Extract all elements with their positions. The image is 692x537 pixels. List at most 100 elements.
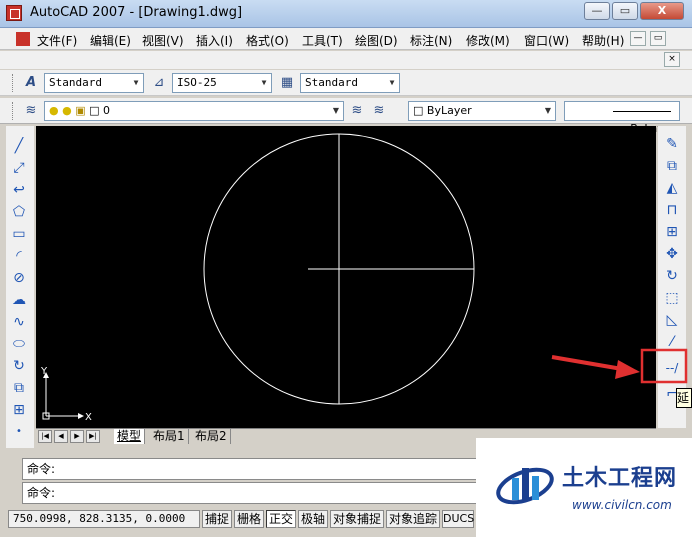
menu-draw[interactable]: 绘图(D) bbox=[355, 32, 398, 49]
menu-insert[interactable]: 插入(I) bbox=[196, 32, 233, 49]
move-icon[interactable]: ✥ bbox=[661, 244, 683, 264]
ucs-icon bbox=[42, 372, 84, 420]
status-bar: 750.0998, 828.3135, 0.0000 捕捉 栅格 正交 极轴 对… bbox=[0, 508, 476, 530]
prev-tab-icon[interactable]: ◀ bbox=[54, 430, 68, 443]
title-bar: AutoCAD 2007 - [Drawing1.dwg] — ▭ X bbox=[0, 0, 692, 28]
lock-icon: ▣ bbox=[75, 104, 86, 117]
linetype-select[interactable]: ByLayer bbox=[564, 101, 680, 135]
mirror-icon[interactable]: ◭ bbox=[661, 178, 683, 198]
grid-toggle[interactable]: 栅格 bbox=[234, 510, 264, 528]
menu-view[interactable]: 视图(V) bbox=[142, 32, 184, 49]
menu-file[interactable]: 文件(F) bbox=[37, 32, 77, 49]
color-select[interactable]: □ ByLayer ▼ bbox=[408, 101, 556, 121]
minimize-button[interactable]: — bbox=[584, 2, 610, 20]
extend-icon[interactable]: --/ bbox=[661, 358, 683, 378]
line-tool-icon[interactable]: ╱ bbox=[9, 136, 29, 156]
coordinate-readout[interactable]: 750.0998, 828.3135, 0.0000 bbox=[8, 510, 200, 528]
chevron-down-icon: ▼ bbox=[261, 78, 267, 87]
command-input[interactable]: 命令: bbox=[22, 482, 484, 504]
chevron-down-icon: ▼ bbox=[332, 106, 340, 115]
rotate-icon[interactable]: ↻ bbox=[661, 266, 683, 286]
construction-line-icon[interactable]: ⤢ bbox=[9, 158, 29, 178]
drawing-canvas[interactable]: Y X bbox=[36, 126, 656, 428]
erase-icon[interactable]: ✎ bbox=[661, 134, 683, 154]
menu-edit[interactable]: 编辑(E) bbox=[90, 32, 131, 49]
doc-minimize-button[interactable]: — bbox=[630, 31, 646, 46]
watermark: 土木工程网 www.civilcn.com bbox=[476, 438, 692, 537]
ellipse-icon[interactable]: ⬭ bbox=[9, 334, 29, 354]
spline-icon[interactable]: ∿ bbox=[9, 312, 29, 332]
layer-name: 0 bbox=[103, 104, 111, 117]
rectangle-icon[interactable]: ▭ bbox=[9, 224, 29, 244]
dim-style-value: ISO-25 bbox=[177, 76, 217, 89]
arc-icon[interactable]: ◜ bbox=[9, 246, 29, 266]
trim-icon[interactable]: ⁄ bbox=[661, 332, 683, 352]
chevron-down-icon: ▼ bbox=[544, 106, 552, 115]
table-style-value: Standard bbox=[305, 76, 358, 89]
document-icon[interactable] bbox=[16, 32, 30, 46]
ucs-y-label: Y bbox=[40, 366, 48, 377]
ucs-x-label: X bbox=[85, 412, 92, 423]
circle-icon[interactable]: ⊘ bbox=[9, 268, 29, 288]
layer-previous-icon[interactable]: ≋ bbox=[370, 102, 388, 120]
copy-icon[interactable]: ⧉ bbox=[661, 156, 683, 176]
point-icon[interactable]: • bbox=[9, 422, 29, 442]
command-window: 命令: 命令: bbox=[8, 452, 484, 506]
ortho-toggle[interactable]: 正交 bbox=[266, 510, 296, 528]
dim-style-select[interactable]: ISO-25 ▼ bbox=[172, 73, 272, 93]
menu-modify[interactable]: 修改(M) bbox=[466, 32, 510, 49]
otrack-toggle[interactable]: 对象追踪 bbox=[386, 510, 440, 528]
table-style-select[interactable]: Standard ▼ bbox=[300, 73, 400, 93]
modify-toolbar: ✎ ⧉ ◭ ⊓ ⊞ ✥ ↻ ⬚ ◺ ⁄ --/ ⌐ bbox=[658, 126, 686, 428]
tab-layout1[interactable]: 布局1 bbox=[150, 429, 189, 444]
menu-format[interactable]: 格式(O) bbox=[246, 32, 289, 49]
layer-manager-icon[interactable]: ≋ bbox=[22, 102, 40, 120]
chevron-down-icon: ▼ bbox=[389, 78, 395, 87]
close-button[interactable]: X bbox=[640, 2, 684, 20]
doc-restore-button[interactable]: ▭ bbox=[650, 31, 666, 46]
menu-window[interactable]: 窗口(W) bbox=[524, 32, 569, 49]
styles-toolbar: A Standard ▼ ⊿ ISO-25 ▼ ▦ Standard ▼ bbox=[0, 70, 692, 96]
menu-tools[interactable]: 工具(T) bbox=[302, 32, 343, 49]
osnap-toggle[interactable]: 对象捕捉 bbox=[330, 510, 384, 528]
color-swatch-icon: □ bbox=[89, 104, 100, 117]
restore-button[interactable]: ▭ bbox=[612, 2, 638, 20]
layer-select[interactable]: ● ● ▣ □ 0 ▼ bbox=[44, 101, 344, 121]
make-block-icon[interactable]: ⊞ bbox=[9, 400, 29, 420]
insert-block-icon[interactable]: ⧉ bbox=[9, 378, 29, 398]
linetype-sample bbox=[613, 110, 671, 112]
snap-toggle[interactable]: 捕捉 bbox=[202, 510, 232, 528]
watermark-logo bbox=[496, 467, 554, 505]
toolbar-grip[interactable] bbox=[12, 102, 15, 120]
tab-layout2[interactable]: 布局2 bbox=[192, 429, 231, 444]
sun-icon: ● bbox=[62, 104, 72, 117]
table-style-icon[interactable]: ▦ bbox=[278, 74, 296, 92]
stretch-icon[interactable]: ◺ bbox=[661, 310, 683, 330]
layers-toolbar: ≋ ● ● ▣ □ 0 ▼ ≋ ≋ □ ByLayer ▼ ByLayer bbox=[0, 98, 692, 135]
ducs-toggle[interactable]: DUCS bbox=[442, 510, 474, 528]
text-style-icon[interactable]: A bbox=[22, 74, 40, 92]
menu-bar: 文件(F) 编辑(E) 视图(V) 插入(I) 格式(O) 工具(T) 绘图(D… bbox=[0, 28, 692, 50]
first-tab-icon[interactable]: |◀ bbox=[38, 430, 52, 443]
offset-icon[interactable]: ⊓ bbox=[661, 200, 683, 220]
ellipse-arc-icon[interactable]: ↻ bbox=[9, 356, 29, 376]
text-style-value: Standard bbox=[49, 76, 102, 89]
polyline-icon[interactable]: ↩ bbox=[9, 180, 29, 200]
tab-model[interactable]: 模型 bbox=[114, 429, 146, 444]
drawing-svg: Y X bbox=[40, 133, 475, 423]
polygon-icon[interactable]: ⬠ bbox=[9, 202, 29, 222]
revision-cloud-icon[interactable]: ☁ bbox=[9, 290, 29, 310]
doc-close-button[interactable]: × bbox=[664, 52, 680, 67]
make-current-layer-icon[interactable]: ≋ bbox=[348, 102, 366, 120]
toolbar-grip[interactable] bbox=[12, 74, 15, 92]
dim-style-icon[interactable]: ⊿ bbox=[150, 74, 168, 92]
menu-help[interactable]: 帮助(H) bbox=[582, 32, 624, 49]
scale-icon[interactable]: ⬚ bbox=[661, 288, 683, 308]
autocad-app-icon[interactable] bbox=[6, 5, 22, 21]
array-icon[interactable]: ⊞ bbox=[661, 222, 683, 242]
last-tab-icon[interactable]: ▶| bbox=[86, 430, 100, 443]
text-style-select[interactable]: Standard ▼ bbox=[44, 73, 144, 93]
polar-toggle[interactable]: 极轴 bbox=[298, 510, 328, 528]
menu-dimension[interactable]: 标注(N) bbox=[410, 32, 452, 49]
next-tab-icon[interactable]: ▶ bbox=[70, 430, 84, 443]
